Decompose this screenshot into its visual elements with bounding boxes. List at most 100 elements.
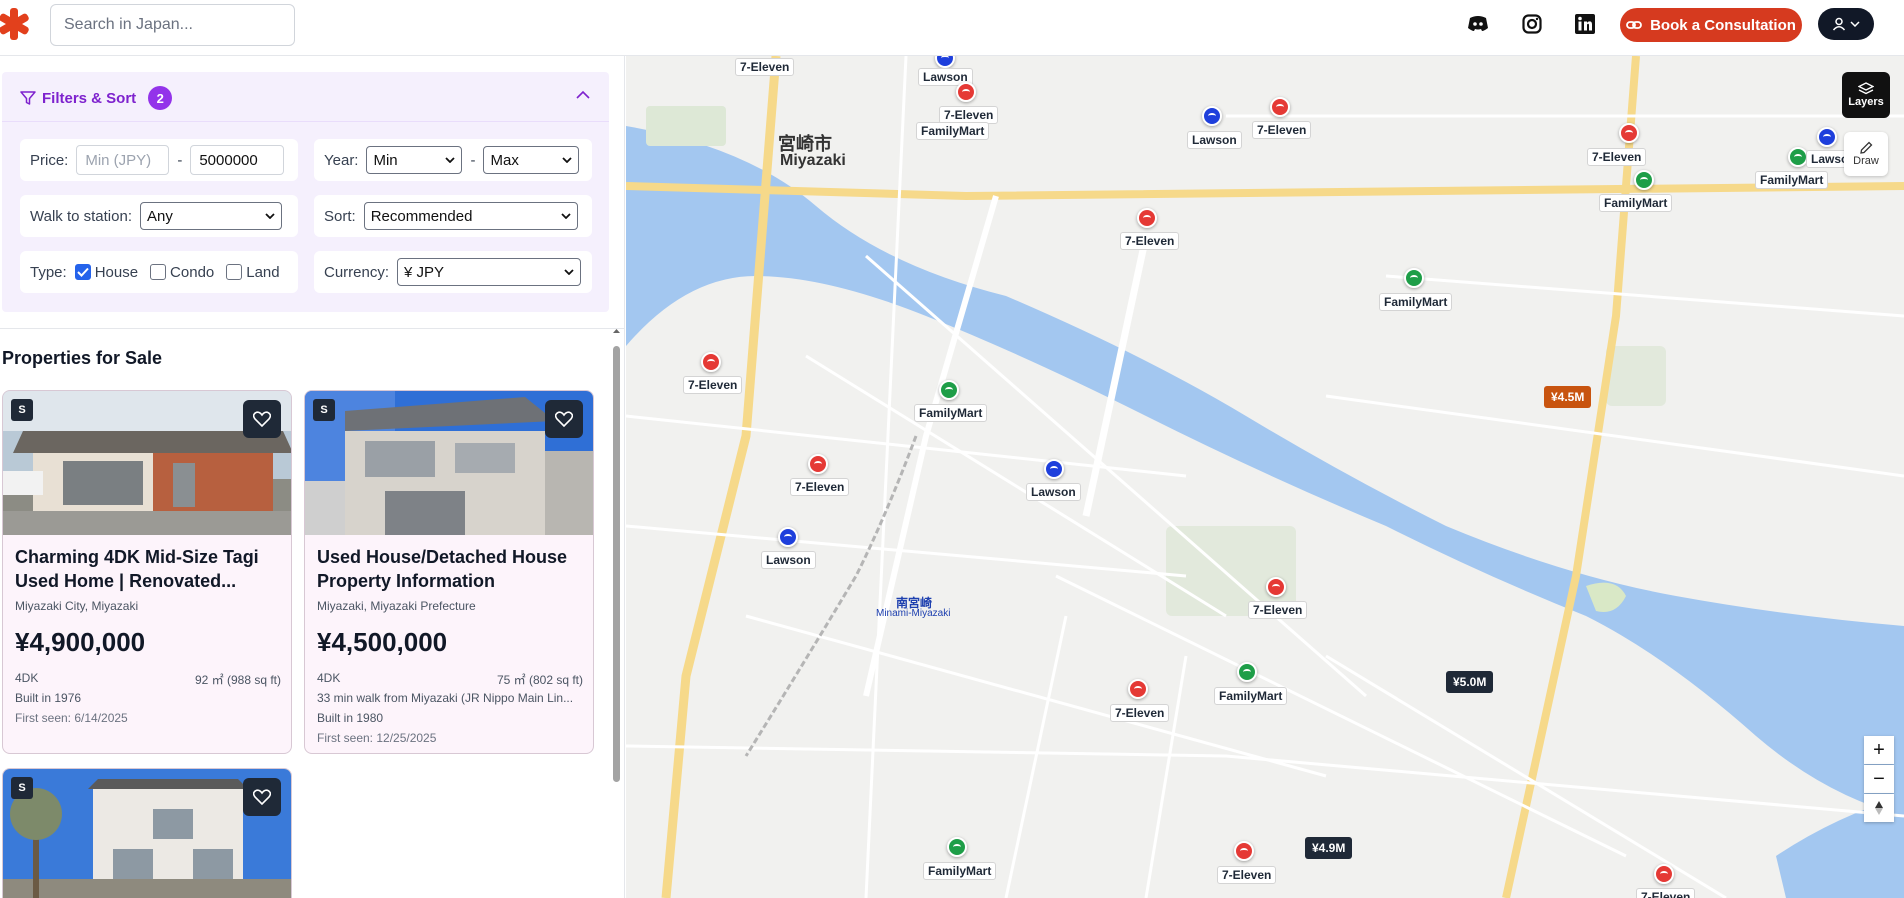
year-max-value: Max bbox=[490, 151, 519, 169]
condo-checkbox[interactable] bbox=[150, 264, 167, 280]
map-store-label: Lawson bbox=[761, 551, 816, 569]
map-base[interactable] bbox=[626, 56, 1904, 898]
zoom-in-button[interactable]: + bbox=[1864, 736, 1894, 764]
familymart-pin[interactable] bbox=[1788, 147, 1808, 167]
price-tag-marker[interactable]: ¥4.9M bbox=[1305, 837, 1353, 859]
compass-button[interactable] bbox=[1864, 794, 1894, 822]
map-store-label: 7-Eleven bbox=[1110, 704, 1170, 722]
listing-area: 92 ㎡ (988 sq ft) bbox=[194, 673, 281, 687]
filters-title: Filters & Sort bbox=[42, 89, 137, 107]
year-min-value: Min bbox=[373, 151, 398, 169]
instagram-icon[interactable] bbox=[1519, 11, 1545, 37]
listings-title: Properties for Sale bbox=[2, 348, 163, 368]
seven-eleven-pin[interactable] bbox=[1270, 97, 1290, 117]
chevron-down-icon bbox=[445, 157, 456, 163]
walk-select[interactable]: Any bbox=[139, 202, 282, 230]
user-icon bbox=[1832, 17, 1846, 31]
sort-select[interactable]: Recommended bbox=[363, 202, 578, 230]
year-filter: Year: Min - Max bbox=[314, 139, 592, 181]
chevron-down-icon bbox=[562, 157, 573, 163]
account-menu-button[interactable] bbox=[1818, 8, 1874, 40]
zoom-out-button[interactable]: − bbox=[1864, 765, 1894, 793]
familymart-pin[interactable] bbox=[1237, 662, 1257, 682]
price-filter: Price: - bbox=[20, 139, 298, 181]
filters-toggle[interactable]: Filters & Sort 2 bbox=[20, 86, 173, 110]
map-station-en: Minami-Miyazaki bbox=[876, 608, 951, 619]
lawson-pin[interactable] bbox=[1044, 459, 1064, 479]
listing-built: Built in 1980 bbox=[317, 711, 384, 725]
filters-divider bbox=[2, 121, 609, 122]
filter-icon bbox=[20, 91, 36, 105]
seven-eleven-pin[interactable] bbox=[1137, 208, 1157, 228]
seven-eleven-pin[interactable] bbox=[701, 352, 721, 372]
listing-badge: S bbox=[313, 399, 335, 421]
layers-button[interactable]: Layers bbox=[1842, 72, 1890, 118]
seven-eleven-pin[interactable] bbox=[1234, 841, 1254, 861]
map-store-label: FamilyMart bbox=[1214, 687, 1288, 705]
listing-layout: 4DK bbox=[15, 671, 39, 685]
draw-button[interactable]: Draw bbox=[1844, 132, 1888, 176]
heart-icon bbox=[253, 411, 271, 427]
favorite-button[interactable] bbox=[243, 778, 281, 816]
type-label: Type: bbox=[30, 263, 67, 281]
currency-select[interactable]: ¥ JPY bbox=[397, 258, 582, 286]
listing-title[interactable]: Used House/Detached House Property Infor… bbox=[317, 545, 587, 593]
seven-eleven-pin[interactable] bbox=[956, 82, 976, 102]
pencil-icon bbox=[1860, 141, 1873, 154]
seven-eleven-pin[interactable] bbox=[1619, 123, 1639, 143]
listing-card[interactable]: S bbox=[2, 768, 292, 898]
seven-eleven-pin[interactable] bbox=[1266, 577, 1286, 597]
chevron-down-icon bbox=[561, 213, 571, 219]
search-input[interactable] bbox=[50, 4, 295, 46]
familymart-pin[interactable] bbox=[939, 380, 959, 400]
discord-icon[interactable] bbox=[1465, 11, 1491, 37]
scrollbar-thumb[interactable] bbox=[613, 346, 620, 782]
price-min-input[interactable] bbox=[76, 145, 170, 175]
listing-badge: S bbox=[11, 777, 33, 799]
price-max-input[interactable] bbox=[190, 145, 285, 175]
listing-price: ¥4,500,000 bbox=[317, 627, 448, 657]
familymart-pin[interactable] bbox=[947, 837, 967, 857]
listing-layout: 4DK bbox=[317, 671, 341, 685]
walk-value: Any bbox=[146, 207, 173, 225]
map-store-label: FamilyMart bbox=[1599, 194, 1673, 212]
familymart-pin[interactable] bbox=[1404, 268, 1424, 288]
site-logo[interactable] bbox=[0, 4, 36, 44]
map-store-label: 7-Eleven bbox=[1248, 601, 1308, 619]
layers-icon bbox=[1858, 82, 1874, 95]
year-min-select[interactable]: Min bbox=[366, 146, 463, 174]
seven-eleven-pin[interactable] bbox=[1128, 679, 1148, 699]
listing-card[interactable]: S Charming 4DK Mid-Size Tagi Used Home |… bbox=[2, 390, 292, 754]
lawson-pin[interactable] bbox=[1817, 127, 1837, 147]
price-tag-marker[interactable]: ¥5.0M bbox=[1446, 671, 1494, 693]
map-store-label: 7-Eleven bbox=[683, 376, 743, 394]
book-consultation-button[interactable]: Book a Consultation bbox=[1620, 8, 1802, 42]
listing-area: 75 ㎡ (802 sq ft) bbox=[496, 673, 583, 687]
map-store-label: 7-Eleven bbox=[1120, 232, 1180, 250]
favorite-button[interactable] bbox=[243, 400, 281, 438]
book-consultation-label: Book a Consultation bbox=[1650, 16, 1796, 34]
map-city-en: Miyazaki bbox=[780, 152, 846, 169]
price-tag-marker[interactable]: ¥4.5M bbox=[1544, 386, 1592, 408]
chevron-up-icon[interactable] bbox=[576, 90, 590, 99]
land-checkbox[interactable] bbox=[226, 264, 243, 280]
draw-label: Draw bbox=[1853, 155, 1879, 167]
listing-specs: 4DK 75 ㎡ (802 sq ft) bbox=[317, 671, 583, 688]
lawson-pin[interactable] bbox=[778, 527, 798, 547]
chevron-down-icon bbox=[1850, 21, 1860, 27]
walk-filter: Walk to station: Any bbox=[20, 195, 298, 237]
map-store-label: 7-Eleven bbox=[790, 478, 850, 496]
listing-card[interactable]: S Used House/Detached House Property Inf… bbox=[304, 390, 594, 754]
currency-filter: Currency: ¥ JPY bbox=[314, 251, 592, 293]
listing-title[interactable]: Charming 4DK Mid-Size Tagi Used Home | R… bbox=[15, 545, 285, 593]
familymart-pin[interactable] bbox=[1634, 170, 1654, 190]
year-max-select[interactable]: Max bbox=[483, 146, 580, 174]
price-label: Price: bbox=[30, 151, 69, 169]
house-checkbox[interactable] bbox=[74, 264, 91, 280]
lawson-pin[interactable] bbox=[1202, 106, 1222, 126]
seven-eleven-pin[interactable] bbox=[808, 454, 828, 474]
linkedin-icon[interactable] bbox=[1572, 11, 1598, 37]
seven-eleven-pin[interactable] bbox=[1654, 864, 1674, 884]
favorite-button[interactable] bbox=[545, 400, 583, 438]
map-view[interactable]: 宮崎市 Miyazaki 南宮崎 Minami-Miyazaki 7-Eleve… bbox=[626, 56, 1904, 898]
